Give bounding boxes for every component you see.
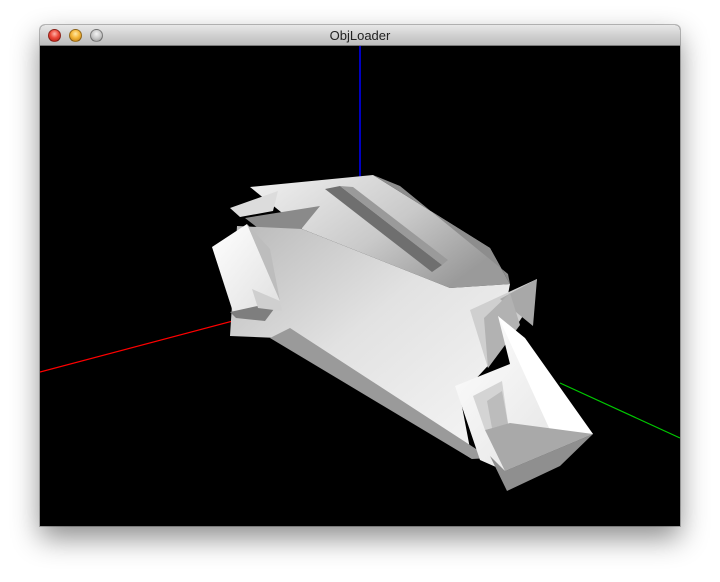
app-window: ObjLoader (40, 25, 680, 526)
title-bar[interactable]: ObjLoader (40, 25, 680, 46)
scene-canvas (40, 46, 680, 491)
3d-model (212, 175, 593, 491)
opengl-viewport[interactable] (40, 46, 680, 526)
window-title: ObjLoader (329, 28, 391, 43)
